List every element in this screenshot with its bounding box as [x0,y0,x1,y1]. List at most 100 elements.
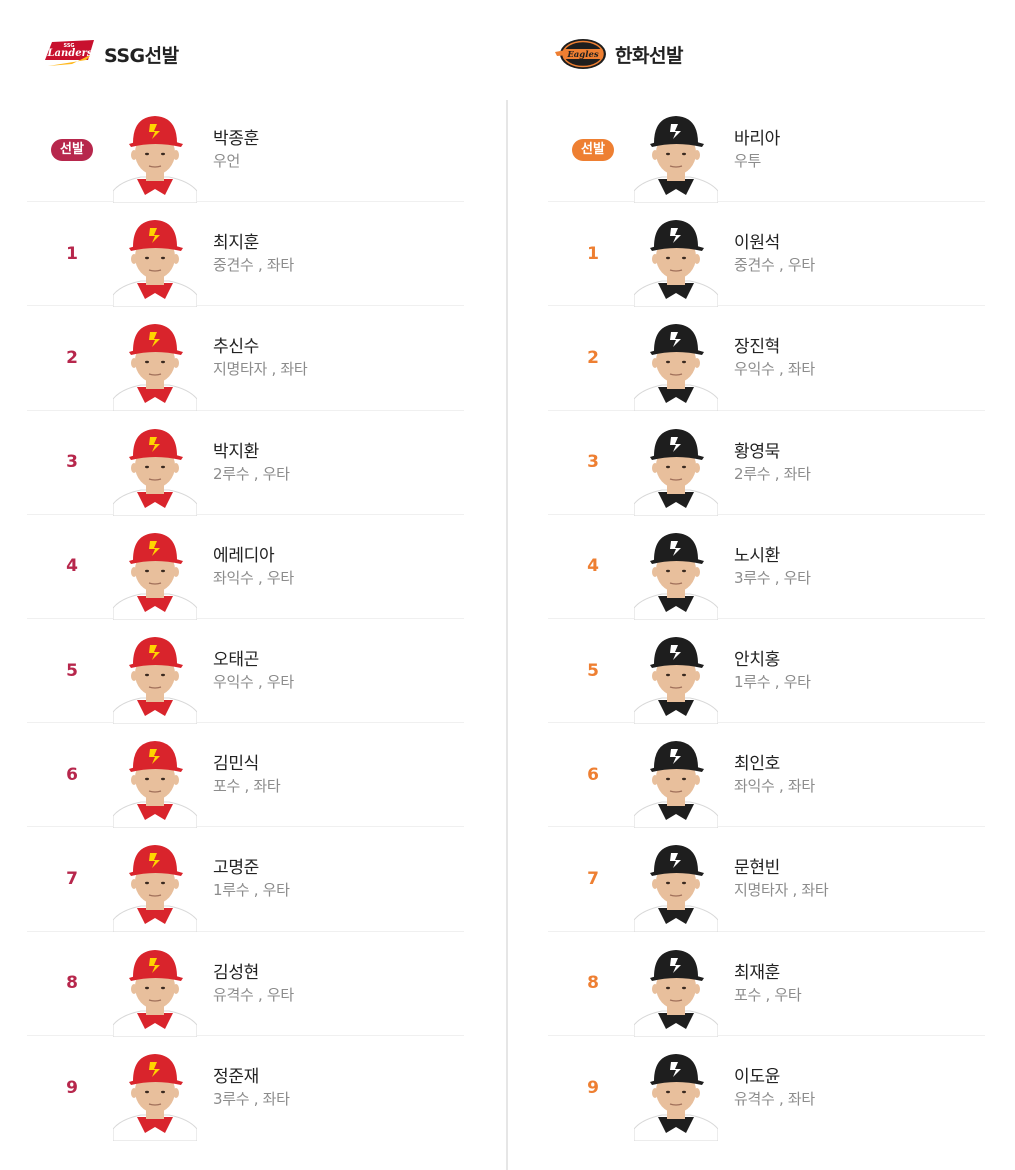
player-avatar-icon [113,220,197,308]
player-row[interactable]: 3 황영묵 2루수 , 좌타 [548,411,985,516]
batting-order-number: 3 [66,452,78,473]
player-name[interactable]: 박지환 [213,441,290,463]
player-info: 김민식 포수 , 좌타 [213,753,281,797]
player-info: 김성현 유격수 , 우타 [213,962,294,1006]
lineup-list: 선발 박종훈 우언 1 최지훈 중견수 , 좌타 2 추신수 지명타자 , 좌타 3 박지환 2루수 … [27,98,464,1141]
batting-order-cell: 3 [42,411,102,514]
player-avatar-icon [634,116,718,203]
player-row[interactable]: 8 김성현 유격수 , 우타 [27,932,464,1037]
player-avatar-icon [113,741,197,829]
player-position-bats: 지명타자 , 좌타 [213,360,308,379]
player-name[interactable]: 고명준 [213,857,290,879]
player-row[interactable]: 6 최인호 좌익수 , 좌타 [548,723,985,829]
player-photo[interactable] [113,736,197,829]
player-name[interactable]: 안치홍 [734,649,811,671]
player-row[interactable]: 3 박지환 2루수 , 우타 [27,411,464,516]
player-photo[interactable] [634,215,718,308]
player-name[interactable]: 오태곤 [213,649,294,671]
batting-order-cell: 선발 [42,98,102,201]
player-photo[interactable] [634,736,718,829]
player-photo[interactable] [634,424,718,516]
player-avatar-icon [634,1053,718,1141]
player-position-bats: 포수 , 우타 [734,985,802,1004]
player-row[interactable]: 7 고명준 1루수 , 우타 [27,827,464,933]
player-name[interactable]: 문현빈 [734,857,828,879]
player-photo[interactable] [634,111,718,203]
batting-order-number: 6 [587,764,599,785]
player-photo[interactable] [113,319,197,412]
player-row[interactable]: 2 장진혁 우익수 , 좌타 [548,306,985,412]
player-name[interactable]: 추신수 [213,336,307,358]
player-avatar-icon [634,741,718,829]
player-photo[interactable] [634,1049,718,1141]
player-avatar-icon [113,636,197,724]
batting-order-cell: 4 [42,515,102,618]
player-row[interactable]: 6 김민식 포수 , 좌타 [27,723,464,829]
player-row[interactable]: 1 최지훈 중견수 , 좌타 [27,202,464,308]
player-position-bats: 1루수 , 우타 [734,672,811,691]
player-name[interactable]: 김성현 [213,962,294,984]
player-name[interactable]: 에레디아 [213,545,294,567]
player-photo[interactable] [634,840,718,933]
player-position-bats: 2루수 , 우타 [213,464,290,483]
player-info: 이도윤 유격수 , 좌타 [734,1066,815,1110]
player-avatar-icon [634,845,718,933]
player-row[interactable]: 8 최재훈 포수 , 우타 [548,932,985,1037]
batting-order-cell: 8 [42,932,102,1035]
batting-order-number: 3 [587,452,599,473]
player-photo[interactable] [113,945,197,1037]
batting-order-cell: 5 [42,619,102,722]
batting-order-number: 7 [587,868,599,889]
team-title: SSG선발 [104,44,179,67]
player-photo[interactable] [113,528,197,620]
batting-order-cell: 6 [42,723,102,826]
player-row[interactable]: 5 안치홍 1루수 , 우타 [548,619,985,724]
player-photo[interactable] [113,424,197,516]
player-row[interactable]: 9 정준재 3루수 , 좌타 [27,1036,464,1141]
player-photo[interactable] [113,632,197,724]
player-name[interactable]: 김민식 [213,753,280,775]
player-position-bats: 중견수 , 우타 [734,256,815,275]
player-photo[interactable] [634,528,718,620]
player-photo[interactable] [113,840,197,933]
player-info: 박지환 2루수 , 우타 [213,441,290,485]
player-name[interactable]: 정준재 [213,1066,290,1088]
player-row[interactable]: 1 이원석중견수 , 우타 [548,202,985,308]
batting-order-number: 9 [66,1077,78,1098]
player-name[interactable]: 바리아 [734,128,780,150]
player-photo[interactable] [113,215,197,308]
player-name[interactable]: 최인호 [734,753,815,775]
player-name[interactable]: 이도윤 [734,1066,815,1088]
player-row[interactable]: 4 노시환 3루수 , 우타 [548,515,985,620]
batting-order-number: 1 [587,243,599,264]
player-name[interactable]: 이원석 [734,232,815,254]
player-position-bats: 3루수 , 좌타 [213,1089,290,1108]
player-row[interactable]: 선발 박종훈 우언 [27,98,464,203]
player-row[interactable]: 4 에레디아 좌익수 , 우타 [27,515,464,620]
logo-text: Eagles [566,50,599,60]
player-photo[interactable] [634,319,718,412]
player-row[interactable]: 5 오태곤 우익수 , 우타 [27,619,464,724]
player-photo[interactable] [113,111,197,203]
player-row[interactable]: 2 추신수 지명타자 , 좌타 [27,306,464,412]
starting-pitcher-badge: 선발 [51,138,93,161]
player-name[interactable]: 박종훈 [213,128,259,150]
player-name[interactable]: 장진혁 [734,336,815,358]
player-name[interactable]: 황영묵 [734,441,811,463]
player-info: 황영묵 2루수 , 좌타 [734,441,811,485]
player-name[interactable]: 최재훈 [734,962,801,984]
player-photo[interactable] [634,945,718,1037]
player-row[interactable]: 9 이도윤 유격수 , 좌타 [548,1036,985,1141]
player-name[interactable]: 노시환 [734,545,811,567]
batting-order-cell: 1 [563,202,623,305]
player-info: 정준재 3루수 , 좌타 [213,1066,290,1110]
player-avatar-icon [634,428,718,516]
player-photo[interactable] [634,632,718,724]
player-name[interactable]: 최지훈 [213,232,294,254]
player-position-bats: 중견수 , 좌타 [213,256,294,275]
player-photo[interactable] [113,1049,197,1141]
player-row[interactable]: 선발 바리아 우투 [548,98,985,203]
player-row[interactable]: 7 문현빈 지명타자 , 좌타 [548,827,985,933]
hanwha-eagles-logo-icon: Eagles [555,39,606,69]
batting-order-cell: 3 [563,411,623,514]
